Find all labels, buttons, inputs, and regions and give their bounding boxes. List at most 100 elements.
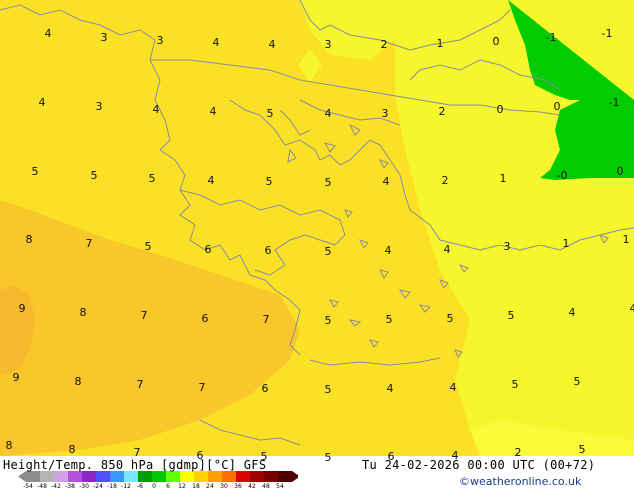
temperature-value: -1 <box>609 96 620 109</box>
temperature-value: 5 <box>512 378 519 391</box>
temperature-value: 4 <box>39 96 46 109</box>
colorbar-right-arrow <box>292 471 298 482</box>
colorbar-segment <box>166 471 180 482</box>
temperature-value: 7 <box>199 381 206 394</box>
temperature-value: 5 <box>579 443 586 456</box>
temperature-value: 6 <box>262 382 269 395</box>
temperature-value: 4 <box>444 243 451 256</box>
colorbar-label: -54 <box>23 484 33 490</box>
colorbar-segment <box>26 471 40 482</box>
colorbar-label: 24 <box>206 484 214 490</box>
temperature-value: 5 <box>91 169 98 182</box>
colorbar-segment <box>222 471 236 482</box>
temperature-value: 4 <box>630 302 634 315</box>
temperature-value: 3 <box>157 34 164 47</box>
temperature-value: 8 <box>75 375 82 388</box>
colorbar-label: 54 <box>276 484 284 490</box>
temperature-value: 5 <box>325 451 332 464</box>
temperature-value: 2 <box>381 38 388 51</box>
temperature-value: -1 <box>602 27 613 40</box>
temperature-value: 1 <box>563 237 570 250</box>
colorbar-label: 18 <box>192 484 200 490</box>
temperature-value: 1 <box>437 37 444 50</box>
temperature-value: 4 <box>45 27 52 40</box>
temperature-value: 4 <box>450 381 457 394</box>
temperature-value: 5 <box>325 176 332 189</box>
colorbar-segment <box>278 471 292 482</box>
temperature-value: 8 <box>26 233 33 246</box>
temperature-value: 3 <box>504 240 511 253</box>
temperature-value: 3 <box>382 107 389 120</box>
temperature-value: 6 <box>265 244 272 257</box>
temperature-value: 3 <box>325 38 332 51</box>
temperature-value: 4 <box>569 306 576 319</box>
colorbar-label: 12 <box>178 484 186 490</box>
temperature-value: 2 <box>442 174 449 187</box>
map-canvas: 433443210-1-14344543200-1555455421-00875… <box>0 0 634 490</box>
temperature-value: 0 <box>493 35 500 48</box>
temperature-value: 5 <box>386 313 393 326</box>
colorbar-label: -30 <box>79 484 89 490</box>
temperature-value: 4 <box>208 174 215 187</box>
map-title: Height/Temp. 850 hPa [gdmp][°C] GFS <box>3 458 266 472</box>
temperature-value: 1 <box>500 172 507 185</box>
weather-map: 433443210-1-14344543200-1555455421-00875… <box>0 0 634 490</box>
temperature-value: 7 <box>137 378 144 391</box>
temperature-value: 8 <box>80 306 87 319</box>
colorbar-label: -18 <box>107 484 117 490</box>
colorbar-label: 36 <box>234 484 242 490</box>
valid-time: Tu 24-02-2026 00:00 UTC (00+72) <box>362 458 595 472</box>
temperature-value: 5 <box>447 312 454 325</box>
temperature-value: 4 <box>325 107 332 120</box>
colorbar-label: 42 <box>248 484 256 490</box>
colorbar-segment <box>96 471 110 482</box>
temperature-value: 4 <box>385 244 392 257</box>
colorbar-segment <box>68 471 82 482</box>
temperature-value: 6 <box>202 312 209 325</box>
colorbar-label: 48 <box>262 484 270 490</box>
temperature-value: 3 <box>96 100 103 113</box>
credit-link[interactable]: ©weatheronline.co.uk <box>459 475 581 488</box>
temperature-value: 5 <box>149 172 156 185</box>
colorbar-segment <box>250 471 264 482</box>
colorbar-label: 30 <box>220 484 228 490</box>
colorbar-label: 0 <box>152 484 156 490</box>
colorbar-segment <box>152 471 166 482</box>
temperature-value: 5 <box>574 375 581 388</box>
temperature-value: 8 <box>69 443 76 456</box>
temperature-value: 5 <box>145 240 152 253</box>
colorbar-segment <box>54 471 68 482</box>
colorbar-label: -42 <box>51 484 61 490</box>
temperature-value: 4 <box>213 36 220 49</box>
temperature-value: 3 <box>101 31 108 44</box>
temperature-value: 5 <box>325 245 332 258</box>
temperature-value: 7 <box>141 309 148 322</box>
colorbar-label: 6 <box>166 484 170 490</box>
temperature-value: 5 <box>267 107 274 120</box>
temperature-value: 6 <box>205 243 212 256</box>
temperature-value: 5 <box>32 165 39 178</box>
temperature-value: 9 <box>13 371 20 384</box>
colorbar-label: -24 <box>93 484 103 490</box>
colorbar-segment <box>124 471 138 482</box>
temperature-value: 4 <box>210 105 217 118</box>
colorbar-segment <box>40 471 54 482</box>
colorbar-label: -6 <box>137 484 143 490</box>
colorbar-label: -48 <box>37 484 47 490</box>
temperature-value: 5 <box>325 314 332 327</box>
temperature-value: 7 <box>263 313 270 326</box>
temperature-value: 1 <box>623 233 630 246</box>
colorbar-segment <box>236 471 250 482</box>
colorbar-label: -38 <box>65 484 75 490</box>
colorbar-left-arrow <box>18 471 26 482</box>
colorbar-segment <box>82 471 96 482</box>
colorbar-segment <box>110 471 124 482</box>
colorbar-segment <box>180 471 194 482</box>
temperature-value: -0 <box>557 169 568 182</box>
colorbar-segment <box>194 471 208 482</box>
temperature-value: 0 <box>554 100 561 113</box>
temperature-value: 0 <box>497 103 504 116</box>
temperature-value: 4 <box>153 103 160 116</box>
temperature-value: 4 <box>387 382 394 395</box>
colorbar-segment <box>264 471 278 482</box>
